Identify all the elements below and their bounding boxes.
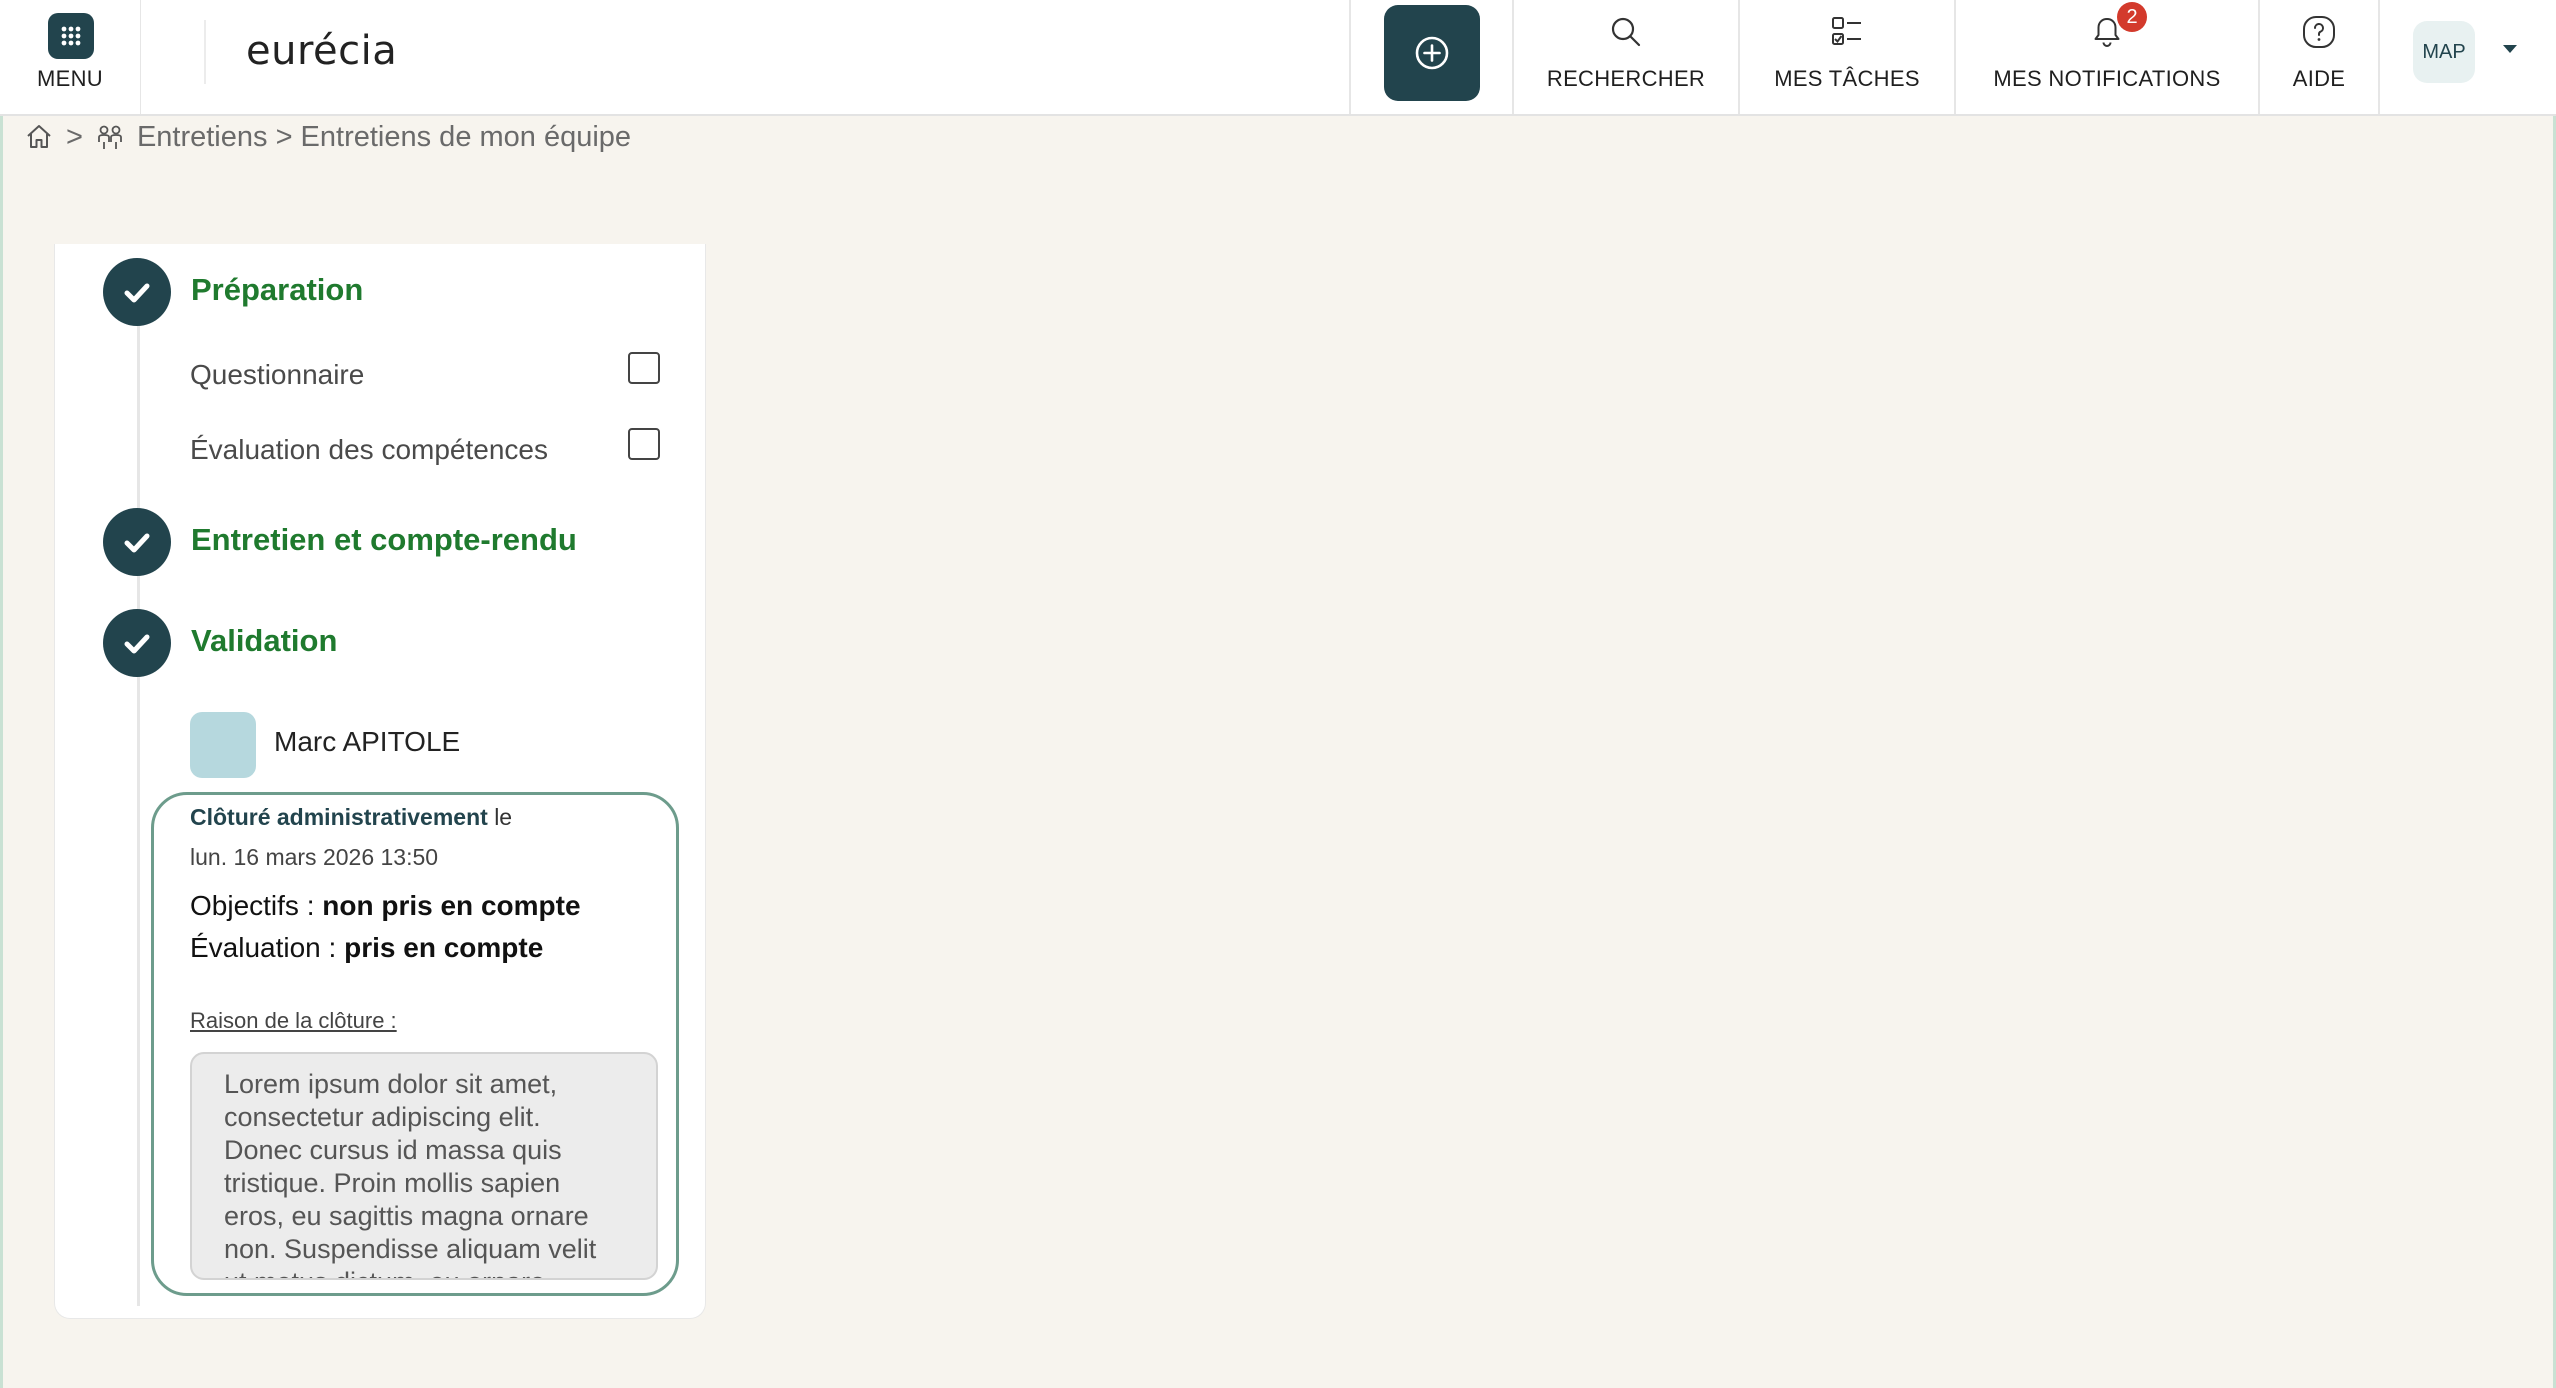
closure-reason-label: Raison de la clôture :: [190, 1008, 397, 1033]
step-item-questionnaire[interactable]: Questionnaire: [190, 359, 364, 391]
help-nav-button[interactable]: AIDE: [2260, 0, 2378, 114]
tasks-checklist-icon: [1832, 17, 1861, 45]
evaluation-value: pris en compte: [344, 932, 544, 963]
step-item-skills-evaluation[interactable]: Évaluation des compétences: [190, 434, 548, 466]
menu-label: MENU: [37, 66, 103, 91]
step-title-interview-report[interactable]: Entretien et compte-rendu: [191, 522, 577, 558]
plus-circle-icon: [1415, 36, 1449, 70]
closure-reason-text[interactable]: Lorem ipsum dolor sit amet, consectetur …: [190, 1052, 658, 1280]
grid-menu-icon: [48, 13, 94, 59]
evaluation-label: Évaluation :: [190, 932, 345, 963]
search-label: RECHERCHER: [1546, 66, 1706, 91]
notifications-label: MES NOTIFICATIONS: [1993, 66, 2221, 91]
step-complete-check-icon: [103, 508, 171, 576]
step-title-preparation[interactable]: Préparation: [191, 272, 363, 308]
help-question-icon: [2303, 16, 2335, 48]
top-bar: MENU eurécia RECHERCHER MES TÂCHES 2 MES…: [0, 0, 2556, 116]
timeline-line: [137, 294, 140, 1306]
divider: [1349, 0, 1351, 114]
closure-status: Clôturé administrativement le: [190, 804, 512, 831]
caret-down-icon[interactable]: [2500, 42, 2520, 56]
skills-evaluation-checkbox[interactable]: [628, 428, 660, 460]
menu-button[interactable]: MENU: [0, 0, 141, 114]
tasks-label: MES TÂCHES: [1774, 66, 1920, 91]
step-title-validation[interactable]: Validation: [191, 623, 337, 659]
closure-date: lun. 16 mars 2026 13:50: [190, 844, 439, 870]
user-avatar[interactable]: MAP: [2413, 21, 2475, 83]
breadcrumb: > Entretiens > Entretiens de mon équipe: [24, 116, 1024, 158]
divider: [2378, 0, 2380, 114]
questionnaire-checkbox[interactable]: [628, 352, 660, 384]
breadcrumb-path[interactable]: Entretiens > Entretiens de mon équipe: [137, 121, 631, 154]
eurecia-logo: eurécia: [246, 28, 398, 74]
tasks-nav-button[interactable]: MES TÂCHES: [1740, 0, 1954, 114]
breadcrumb-separator: >: [66, 120, 83, 153]
search-icon: [1611, 17, 1641, 47]
notifications-nav-button[interactable]: 2 MES NOTIFICATIONS: [1956, 0, 2258, 114]
notifications-count-badge: 2: [2117, 2, 2147, 32]
evaluation-row: Évaluation : pris en compte: [190, 932, 543, 964]
team-people-icon: [98, 125, 122, 149]
objectifs-label: Objectifs :: [190, 890, 323, 921]
logo-divider: [204, 20, 206, 84]
search-nav-button[interactable]: RECHERCHER: [1514, 0, 1738, 114]
step-complete-check-icon: [103, 609, 171, 677]
objectifs-value: non pris en compte: [322, 890, 581, 921]
home-icon[interactable]: [24, 122, 54, 152]
objectifs-row: Objectifs : non pris en compte: [190, 890, 581, 922]
add-button[interactable]: [1384, 5, 1480, 101]
person-name: Marc APITOLE: [274, 726, 461, 757]
step-complete-check-icon: [103, 258, 171, 326]
interview-steps-panel: Préparation Questionnaire Évaluation des…: [54, 244, 706, 1319]
help-label: AIDE: [2292, 66, 2346, 91]
closure-status-label: Clôturé administrativement: [190, 804, 488, 830]
person-avatar: [190, 712, 256, 778]
closure-status-suffix: le: [494, 804, 513, 830]
